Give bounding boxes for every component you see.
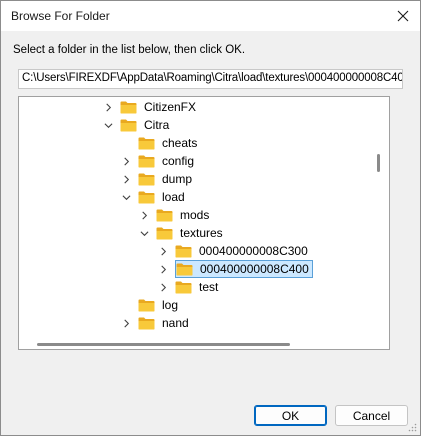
tree-item[interactable]: mods: [138, 206, 211, 224]
folder-icon: [138, 173, 155, 185]
folder-tree[interactable]: CitizenFX Citra cheats config dump load mods te…: [18, 96, 390, 350]
tree-item-content[interactable]: 000400000008C400: [175, 260, 313, 278]
folder-icon: [138, 137, 155, 149]
folder-icon: [156, 227, 173, 239]
tree-item[interactable]: dump: [120, 170, 194, 188]
chevron-down-icon[interactable]: [102, 119, 114, 131]
chevron-down-icon[interactable]: [138, 227, 150, 239]
tree-item-content[interactable]: cheats: [138, 135, 199, 151]
chevron-right-icon[interactable]: [120, 155, 132, 167]
tree-item-label: dump: [162, 172, 193, 186]
horizontal-scrollbar-thumb[interactable]: [37, 343, 290, 346]
folder-icon: [138, 155, 155, 167]
tree-item-content[interactable]: load: [138, 189, 187, 205]
tree-item-label: CitizenFX: [144, 100, 197, 114]
tree-item-content[interactable]: textures: [156, 225, 225, 241]
tree-item-content[interactable]: config: [138, 153, 196, 169]
tree-item[interactable]: textures: [138, 224, 225, 242]
chevron-down-icon[interactable]: [120, 191, 132, 203]
tree-item[interactable]: Citra: [102, 116, 171, 134]
ok-button[interactable]: OK: [254, 405, 327, 426]
tree-item[interactable]: load: [120, 188, 187, 206]
tree-item[interactable]: cheats: [120, 134, 199, 152]
folder-icon: [156, 209, 173, 221]
title-bar: Browse For Folder: [1, 1, 420, 31]
chevron-right-icon[interactable]: [157, 281, 169, 293]
tree-item-content[interactable]: 000400000008C300: [175, 243, 310, 259]
tree-item[interactable]: log: [120, 296, 180, 314]
folder-icon: [120, 101, 137, 113]
window-title: Browse For Folder: [11, 9, 110, 23]
folder-icon: [120, 119, 137, 131]
tree-item[interactable]: nand: [120, 314, 191, 332]
folder-path-field[interactable]: C:\Users\FIREXDF\AppData\Roaming\Citra\l…: [18, 69, 403, 89]
folder-icon: [138, 299, 155, 311]
tree-item[interactable]: CitizenFX: [102, 98, 198, 116]
chevron-right-icon[interactable]: [138, 209, 150, 221]
cancel-button[interactable]: Cancel: [335, 405, 408, 426]
tree-item-label: log: [162, 298, 179, 312]
tree-item[interactable]: 000400000008C300: [157, 242, 310, 260]
chevron-right-icon[interactable]: [120, 317, 132, 329]
close-icon: [397, 10, 409, 22]
tree-item-label: Citra: [144, 118, 170, 132]
tree-item-label: mods: [180, 208, 210, 222]
close-button[interactable]: [392, 6, 414, 26]
tree-item-content[interactable]: Citra: [120, 117, 171, 133]
folder-icon: [176, 263, 193, 275]
instruction-text: Select a folder in the list below, then …: [13, 44, 246, 56]
vertical-scrollbar-thumb[interactable]: [377, 154, 380, 172]
tree-item-label: 000400000008C300: [199, 244, 308, 258]
tree-item-content[interactable]: nand: [138, 315, 191, 331]
tree-item-content[interactable]: dump: [138, 171, 194, 187]
tree-item-label: test: [199, 280, 219, 294]
chevron-right-icon[interactable]: [157, 263, 169, 275]
tree-item-label: 000400000008C400: [200, 262, 309, 276]
tree-item-label: config: [162, 154, 195, 168]
tree-item[interactable]: 000400000008C400: [157, 260, 313, 278]
folder-path-value: C:\Users\FIREXDF\AppData\Roaming\Citra\l…: [22, 72, 403, 84]
tree-item-content[interactable]: log: [138, 297, 180, 313]
chevron-right-icon[interactable]: [157, 245, 169, 257]
tree-item-label: cheats: [162, 136, 198, 150]
tree-item-content[interactable]: mods: [156, 207, 211, 223]
browse-for-folder-dialog: Browse For Folder Select a folder in the…: [0, 0, 421, 436]
tree-item-label: textures: [180, 226, 223, 240]
tree-item[interactable]: config: [120, 152, 196, 170]
folder-icon: [138, 191, 155, 203]
chevron-right-icon[interactable]: [120, 173, 132, 185]
tree-item-content[interactable]: test: [175, 279, 220, 295]
tree-item-label: load: [162, 190, 185, 204]
folder-icon: [175, 245, 192, 257]
tree-item[interactable]: test: [157, 278, 220, 296]
tree-item-label: nand: [162, 316, 189, 330]
resize-grip-icon[interactable]: [407, 422, 417, 432]
chevron-right-icon[interactable]: [102, 101, 114, 113]
folder-icon: [138, 317, 155, 329]
folder-icon: [175, 281, 192, 293]
tree-item-content[interactable]: CitizenFX: [120, 99, 198, 115]
